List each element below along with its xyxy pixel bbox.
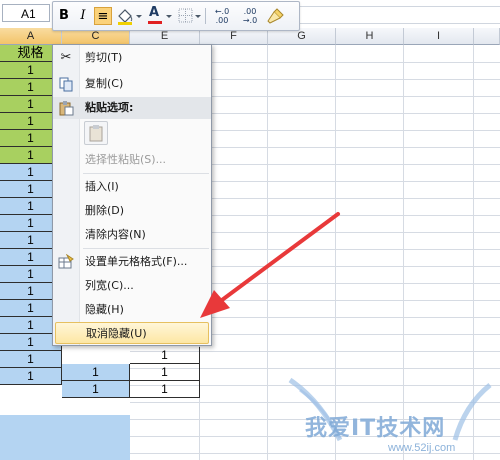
format-cells-icon: [58, 253, 74, 270]
menu-item-format-cells[interactable]: 设置单元格格式(F)...: [53, 251, 211, 273]
menu-item-label: 清除内容(N): [85, 228, 146, 241]
column-header-h[interactable]: H: [336, 28, 404, 45]
menu-item-column-width[interactable]: 列宽(C)...: [53, 275, 211, 297]
paste-option-button[interactable]: [84, 121, 108, 145]
column-header-i[interactable]: I: [404, 28, 474, 45]
column-a-empty-selection[interactable]: [0, 415, 130, 460]
borders-icon[interactable]: [177, 7, 203, 25]
increase-decimal-icon[interactable]: ←.0 .00: [209, 7, 235, 25]
menu-item-cut[interactable]: ✂ 剪切(T): [53, 47, 211, 69]
menu-item-label: 删除(D): [85, 204, 125, 217]
column-header-next[interactable]: [474, 28, 500, 45]
italic-icon[interactable]: I: [75, 7, 91, 25]
mini-toolbar: B I ≡ A ←.0 .00 .00 →.0: [52, 1, 300, 31]
table-cell[interactable]: 1: [130, 364, 200, 381]
font-color-glyph: A: [149, 5, 160, 20]
gridline: [267, 45, 268, 460]
watermark-url: www.52ij.com: [388, 442, 456, 454]
fill-color-icon[interactable]: [115, 7, 143, 25]
watermark-text: 我爱IT技术网: [305, 416, 446, 441]
menu-item-label: 取消隐藏(U): [86, 327, 147, 340]
format-painter-icon[interactable]: [265, 7, 287, 25]
decrease-decimal-icon[interactable]: .00 →.0: [237, 7, 263, 25]
menu-item-label: 剪切(T): [85, 51, 123, 64]
table-cell[interactable]: 1: [62, 381, 130, 398]
menu-item-hide[interactable]: 隐藏(H): [53, 299, 211, 321]
menu-separator: [83, 248, 209, 249]
menu-separator: [83, 173, 209, 174]
menu-item-delete[interactable]: 删除(D): [53, 200, 211, 222]
menu-item-label: 插入(I): [85, 180, 119, 193]
table-cell[interactable]: 1: [130, 381, 200, 398]
bold-icon[interactable]: B: [56, 7, 72, 25]
name-box[interactable]: A1: [2, 4, 50, 22]
menu-item-label: 列宽(C)...: [85, 279, 134, 292]
copy-icon: [58, 76, 74, 92]
menu-item-insert[interactable]: 插入(I): [53, 176, 211, 198]
menu-item-label: 粘贴选项:: [85, 101, 134, 114]
font-color-icon[interactable]: A: [147, 5, 175, 25]
menu-item-label: 选择性粘贴(S)...: [85, 153, 167, 166]
menu-section-paste-options: 粘贴选项:: [53, 97, 211, 119]
table-cell[interactable]: 1: [130, 347, 200, 364]
table-cell[interactable]: 1: [0, 368, 62, 385]
menu-item-clear-contents[interactable]: 清除内容(N): [53, 224, 211, 246]
menu-item-label: 隐藏(H): [85, 303, 124, 316]
table-cell[interactable]: 1: [0, 351, 62, 368]
context-menu: ✂ 剪切(T) 复制(C) 粘贴选项: 选择性粘贴(S)... 插入(I) 删除…: [52, 44, 212, 346]
font-color-swatch: [148, 21, 162, 24]
paste-icon: [58, 100, 74, 116]
menu-item-label: 设置单元格格式(F)...: [85, 255, 188, 268]
menu-item-unhide[interactable]: 取消隐藏(U): [55, 322, 209, 344]
menu-item-copy[interactable]: 复制(C): [53, 73, 211, 95]
toolbar-separator: [205, 8, 206, 24]
scissors-icon: ✂: [60, 50, 72, 65]
table-cell[interactable]: 1: [62, 364, 130, 381]
formula-input[interactable]: [300, 6, 500, 24]
align-center-icon[interactable]: ≡: [94, 7, 112, 25]
menu-item-label: 复制(C): [85, 77, 124, 90]
menu-item-paste-special[interactable]: 选择性粘贴(S)...: [53, 149, 211, 171]
